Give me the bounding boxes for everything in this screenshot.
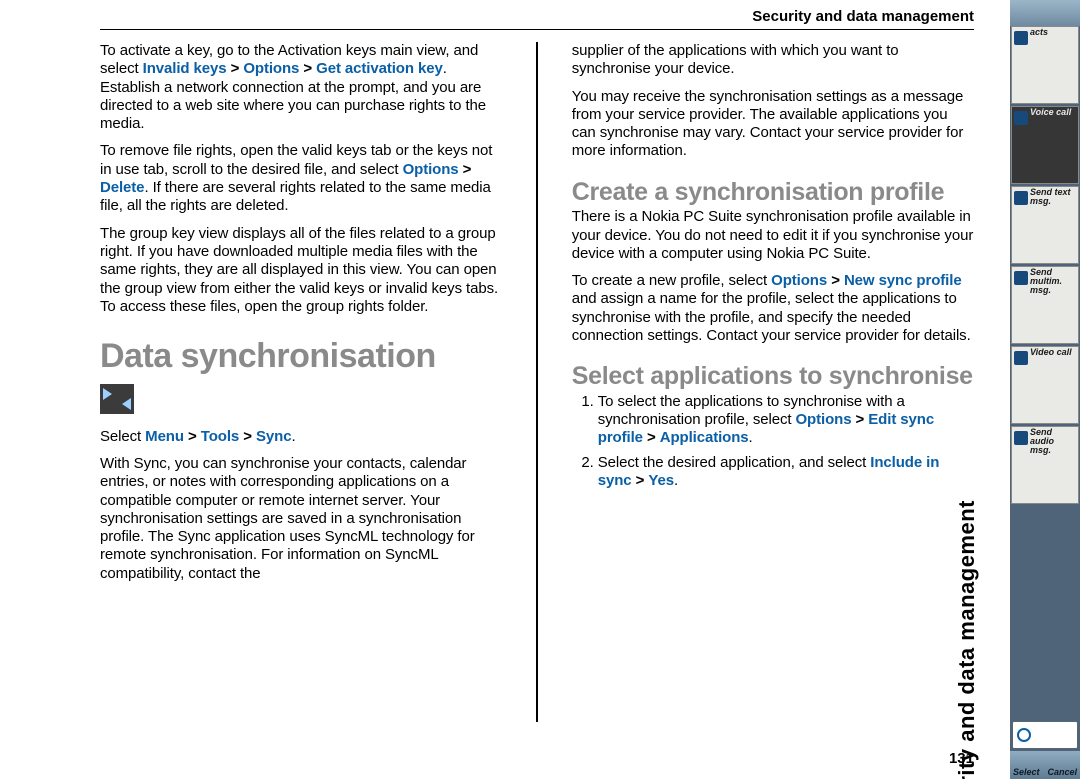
phone-menu-list: acts Voice call Send text msg. Send multim.…	[1010, 26, 1080, 504]
step-1: To select the applications to synchronis…	[598, 393, 974, 448]
page-header: Security and data management	[100, 8, 974, 30]
link-invalid-keys[interactable]: Invalid keys	[143, 60, 227, 77]
heading-data-sync: Data synchronisation	[100, 336, 502, 377]
phone-menu-item-label: Send audio msg.	[1030, 428, 1076, 455]
phone-menu-item-label: Send multim. msg.	[1030, 268, 1076, 295]
heading-select-apps: Select applications to synchronise	[572, 363, 974, 391]
link-sync[interactable]: Sync	[256, 428, 291, 445]
phone-search-input[interactable]	[1012, 721, 1078, 749]
phone-menu-item[interactable]: Send text msg.	[1011, 186, 1079, 264]
phone-menu-item[interactable]: Send audio msg.	[1011, 426, 1079, 504]
phone-menu-item[interactable]: Video call	[1011, 346, 1079, 424]
phone-menu-item-label: acts	[1030, 28, 1076, 37]
steps-list: To select the applications to synchronis…	[572, 393, 974, 490]
link-menu[interactable]: Menu	[145, 428, 184, 445]
manual-page: Security and data management To activate…	[0, 0, 1010, 779]
two-column-layout: To activate a key, go to the Activation …	[100, 42, 974, 722]
heading-create-profile: Create a synchronisation profile	[572, 179, 974, 207]
phone-menu-item[interactable]: acts	[1011, 26, 1079, 104]
thumb-tab-label: Security and data management	[954, 500, 980, 779]
link-options[interactable]: Options	[771, 272, 827, 289]
phone-menu-item-label: Voice call	[1030, 108, 1076, 117]
phone-softkey-bar: Select Cancel	[1010, 751, 1080, 779]
phone-menu-item-label: Send text msg.	[1030, 188, 1076, 206]
step-2: Select the desired application, and sele…	[598, 454, 974, 491]
para-group-key: The group key view displays all of the f…	[100, 225, 502, 316]
left-column: To activate a key, go to the Activation …	[100, 42, 502, 722]
sync-icon	[100, 384, 134, 414]
para-select-sync: Select Menu > Tools > Sync.	[100, 428, 502, 446]
para-activate-key: To activate a key, go to the Activation …	[100, 42, 502, 133]
column-divider	[536, 42, 538, 722]
right-column: supplier of the applications with which …	[572, 42, 974, 722]
phone-menu-item-label: Video call	[1030, 348, 1076, 357]
link-yes[interactable]: Yes	[648, 472, 674, 489]
para-pcsuite: There is a Nokia PC Suite synchronisatio…	[572, 208, 974, 263]
softkey-right[interactable]: Cancel	[1047, 767, 1077, 777]
phone-status-bar	[1010, 0, 1080, 26]
link-options[interactable]: Options	[795, 411, 851, 428]
phone-screenshot-sliver: acts Voice call Send text msg. Send multim.…	[1010, 0, 1080, 779]
link-applications[interactable]: Applications	[660, 429, 749, 446]
link-options[interactable]: Options	[403, 161, 459, 178]
para-remove-rights: To remove file rights, open the valid ke…	[100, 142, 502, 215]
phone-menu-item[interactable]: Voice call	[1011, 106, 1079, 184]
phone-menu-item[interactable]: Send multim. msg.	[1011, 266, 1079, 344]
link-options[interactable]: Options	[243, 60, 299, 77]
link-get-activation-key[interactable]: Get activation key	[316, 60, 443, 77]
link-tools[interactable]: Tools	[201, 428, 239, 445]
para-receive-settings: You may receive the synchronisation sett…	[572, 88, 974, 161]
para-new-profile: To create a new profile, select Options …	[572, 272, 974, 345]
para-sync-desc: With Sync, you can synchronise your cont…	[100, 455, 502, 583]
chapter-title: Security and data management	[752, 8, 974, 25]
link-new-sync-profile[interactable]: New sync profile	[844, 272, 962, 289]
para-supplier: supplier of the applications with which …	[572, 42, 974, 79]
softkey-left[interactable]: Select	[1013, 767, 1040, 777]
link-delete[interactable]: Delete	[100, 179, 144, 196]
